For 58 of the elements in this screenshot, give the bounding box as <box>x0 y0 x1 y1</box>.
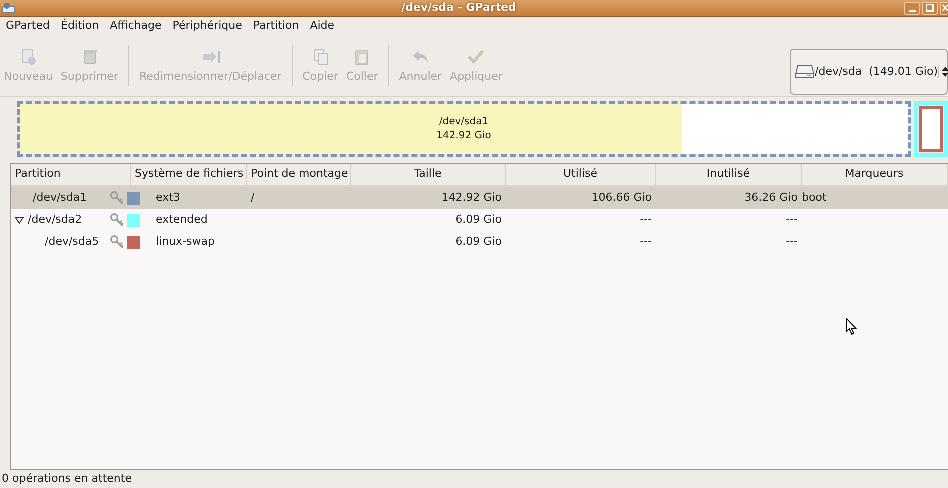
partition-label: /dev/sda1 142.92 Gio <box>436 116 492 142</box>
partition-block[interactable]: /dev/sda1 142.92 Gio <box>17 101 911 157</box>
status-text: 0 opérations en attente <box>2 470 132 487</box>
table-cell-text: 36.26 Gio <box>744 190 798 206</box>
table-cell-text: /dev/sda2 <box>28 212 82 228</box>
table-cell-text: 6.09 Gio <box>456 234 502 250</box>
app-icon <box>2 2 16 14</box>
device-value: /dev/sda (149.01 Gio) <box>815 64 938 80</box>
column-header[interactable]: Marqueurs <box>802 164 948 185</box>
close-icon <box>941 2 948 14</box>
column-header[interactable]: Partition <box>11 164 131 185</box>
table-cell-text: linux-swap <box>156 234 215 250</box>
menu-item[interactable]: Affichage <box>110 18 162 34</box>
column-header[interactable]: Inutilisé <box>656 164 802 185</box>
window-title: /dev/sda - GParted <box>400 0 518 16</box>
menu-item[interactable]: Périphérique <box>172 18 242 34</box>
key-icon <box>110 191 124 205</box>
table-cell-text: extended <box>156 212 208 228</box>
menu-item[interactable]: Aide <box>310 18 335 34</box>
table-cell-text: ext3 <box>156 190 180 206</box>
paste-icon <box>353 48 372 66</box>
disk-drive-icon <box>795 65 815 79</box>
table-cell-text: --- <box>786 234 798 250</box>
key-icon <box>110 235 124 249</box>
table-cell-text: / <box>251 190 255 206</box>
copy-icon <box>312 48 330 66</box>
table-cell-text: --- <box>640 212 652 228</box>
table-cell-text: /dev/sda1 <box>33 190 88 206</box>
column-header[interactable]: Système de fichiers <box>131 164 247 185</box>
menu-item[interactable]: Édition <box>61 18 100 34</box>
table-cell-text: boot <box>802 190 827 206</box>
extended-partition-block[interactable] <box>914 101 948 157</box>
menu-item[interactable]: GParted <box>6 18 50 34</box>
partition-block[interactable] <box>919 106 943 152</box>
menu-item[interactable]: Partition <box>253 18 300 34</box>
table-cell-text: /dev/sda5 <box>45 234 100 250</box>
mouse-pointer-icon <box>846 318 857 335</box>
table-cell-text: 6.09 Gio <box>456 212 502 228</box>
minimize-button[interactable] <box>904 2 920 14</box>
close-button[interactable] <box>940 2 948 14</box>
table-cell-text: 106.66 Gio <box>592 190 652 206</box>
spin-arrows-icon <box>938 66 948 78</box>
column-header[interactable]: Utilisé <box>506 164 656 185</box>
maximize-icon <box>926 4 934 12</box>
partition-row[interactable]: /dev/sda5 linux-swap 6.09 Gio --- --- <box>11 231 948 253</box>
table-cell-text: 142.92 Gio <box>442 190 502 206</box>
column-header[interactable]: Taille <box>351 164 506 185</box>
expanded-arrow-icon[interactable] <box>15 216 24 224</box>
column-header[interactable]: Point de montage <box>247 164 351 185</box>
maximize-button[interactable] <box>922 2 938 14</box>
key-icon <box>110 213 124 227</box>
checkmark-icon <box>467 48 486 66</box>
table-cell-text: --- <box>786 212 798 228</box>
table-cell-text: --- <box>640 234 652 250</box>
partition-row[interactable]: /dev/sda1 ext3 / 142.92 Gio 106.66 Gio 36.26 Gio boot <box>11 187 948 209</box>
device-selector[interactable]: /dev/sda (149.01 Gio) <box>790 49 948 95</box>
minimize-icon <box>908 10 916 12</box>
partition-row[interactable]: /dev/sda2 extended 6.09 Gio --- --- <box>11 209 948 231</box>
